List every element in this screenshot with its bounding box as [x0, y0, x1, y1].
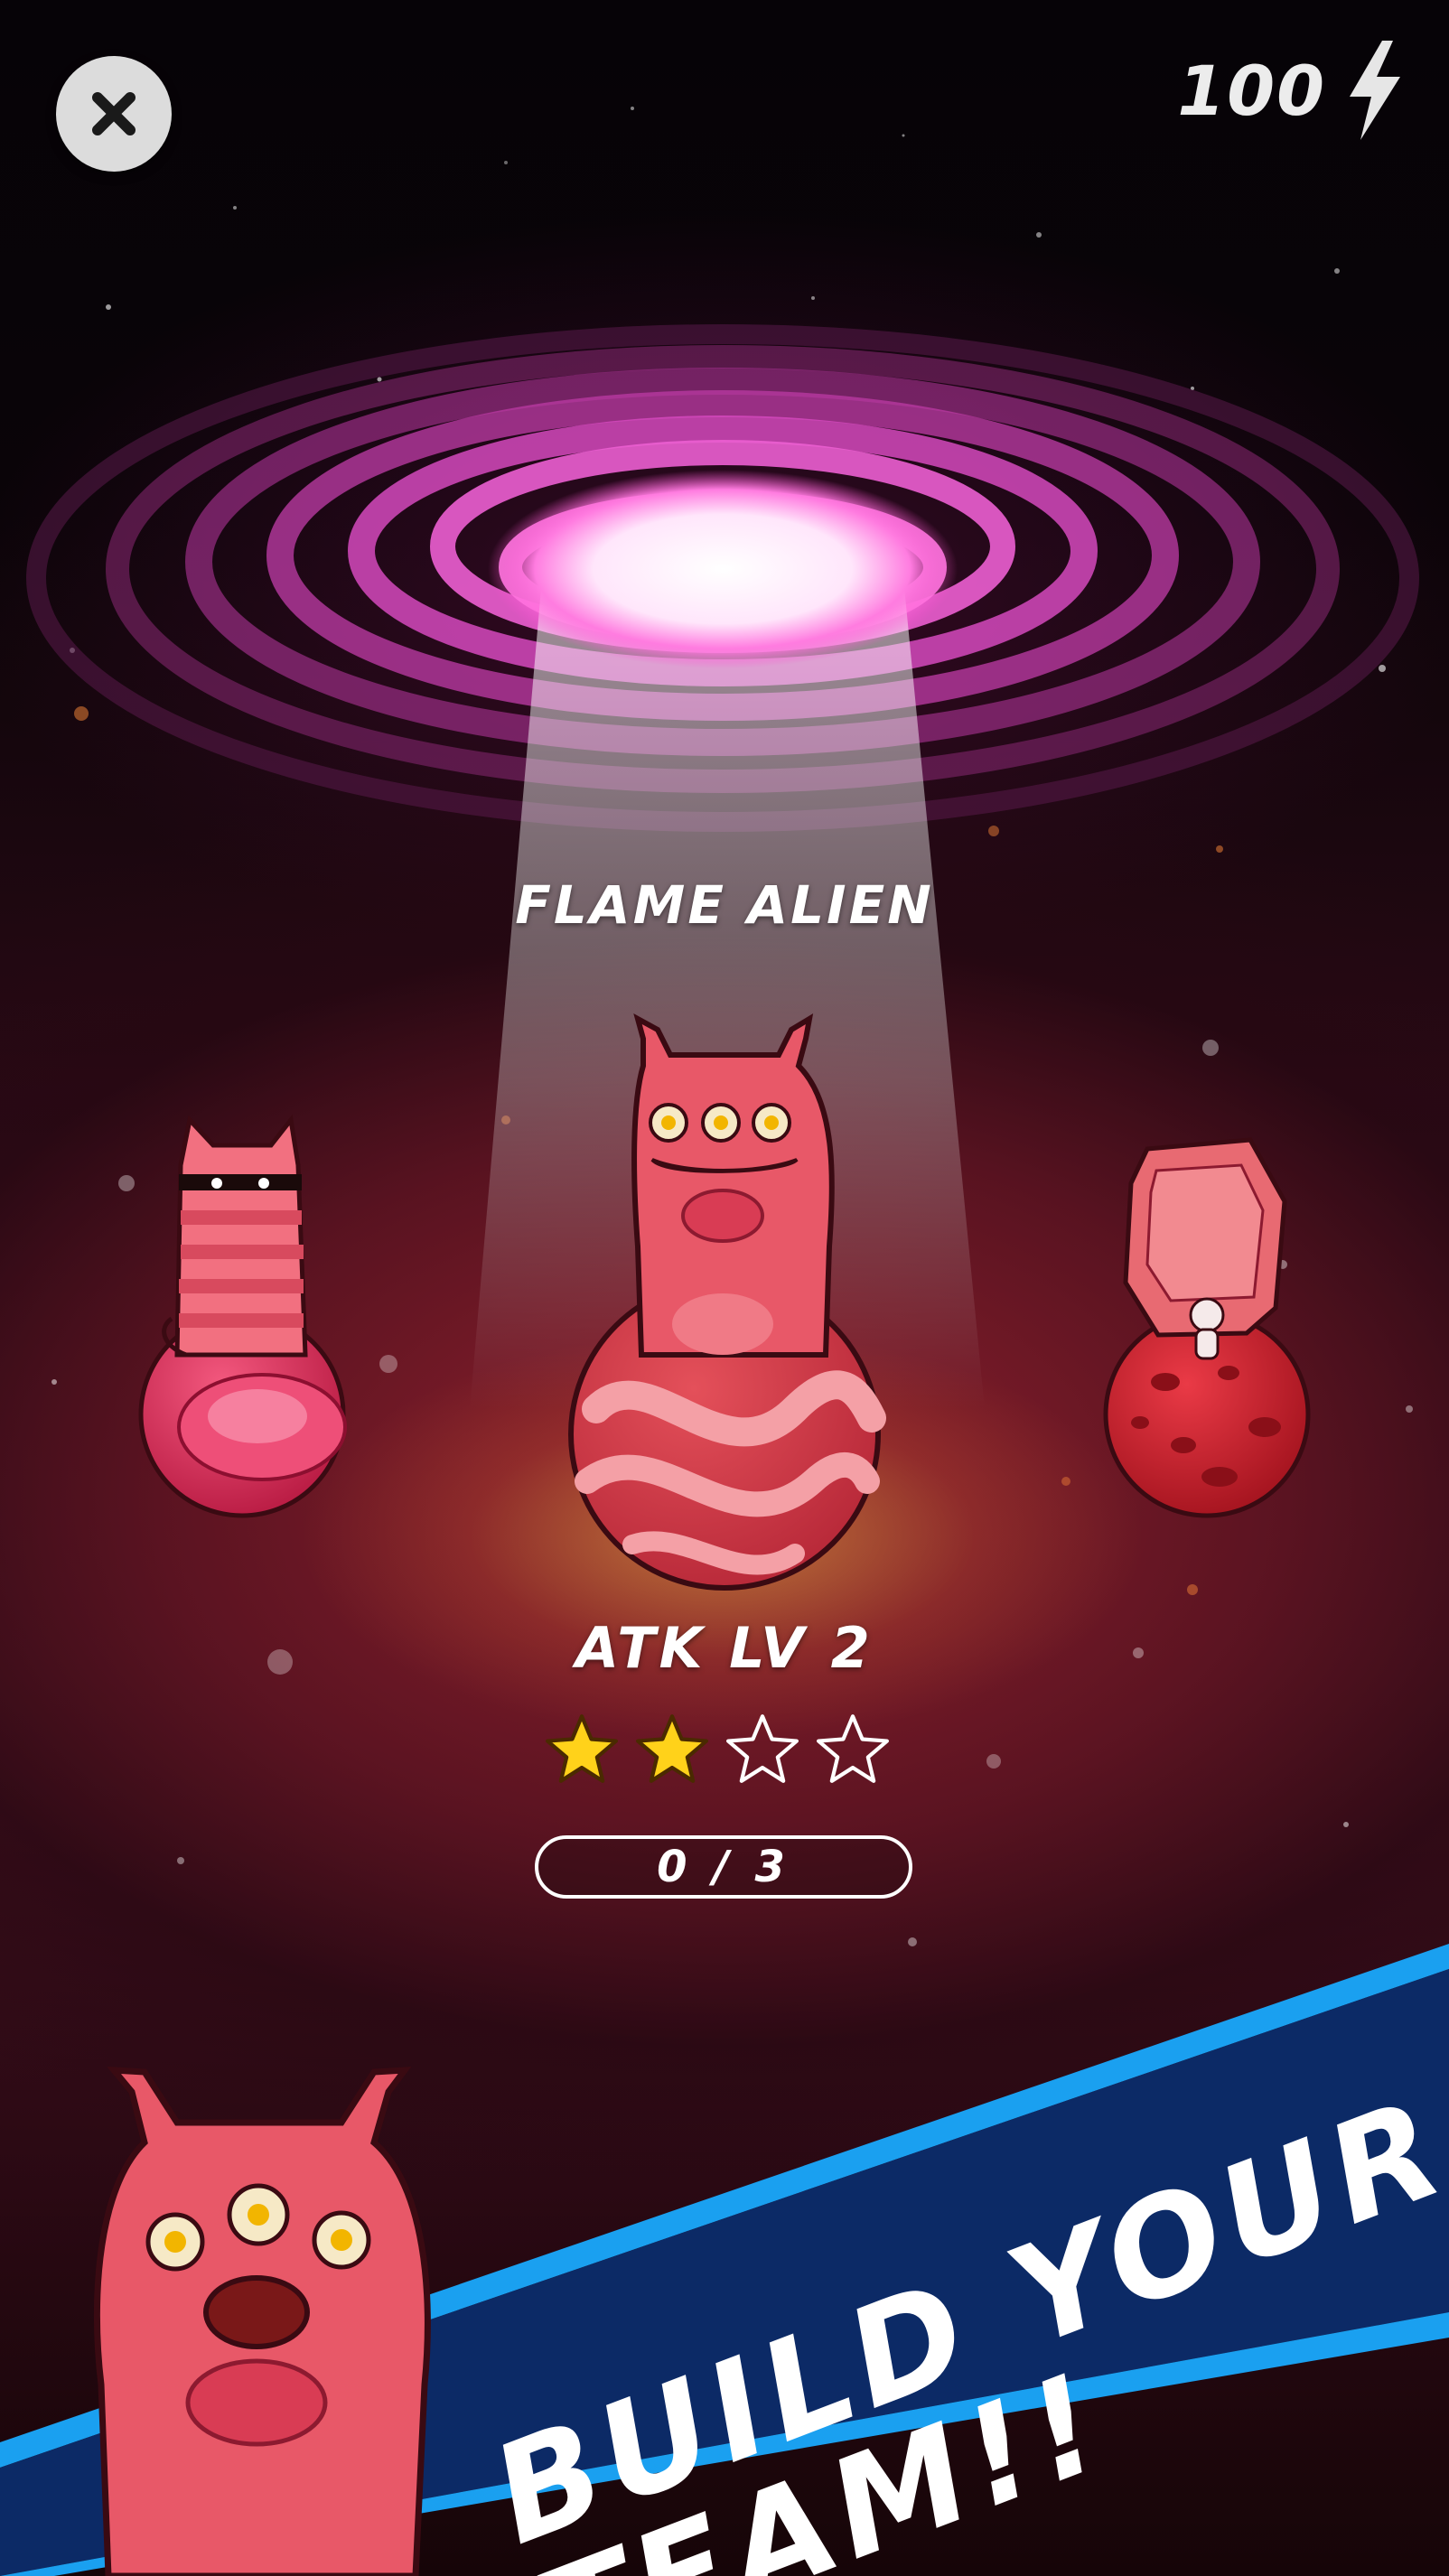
flame-alien — [631, 1013, 835, 1358]
star-empty-icon — [726, 1714, 799, 1783]
attack-level-label: ATK LV 2 — [575, 1615, 874, 1681]
rock-golem-alien — [1123, 1137, 1287, 1360]
roster-item-striped-cat[interactable] — [138, 1114, 347, 1518]
striped-cat-alien — [162, 1114, 308, 1358]
close-button[interactable] — [56, 56, 172, 172]
promo-flame-alien — [93, 2067, 431, 2576]
roster-item-rock-golem[interactable] — [1103, 1137, 1311, 1518]
star-filled-icon — [546, 1714, 618, 1783]
game-scene: 100 FLAME ALIEN ATK LV 2 0 / 3 BUILD YOU… — [0, 0, 1449, 2576]
star-rating — [542, 1713, 893, 1785]
star-empty-icon — [817, 1714, 889, 1783]
energy-value: 100 — [1177, 50, 1326, 131]
close-icon — [92, 92, 136, 135]
character-name: FLAME ALIEN — [515, 874, 934, 936]
upgrade-progress: 0 / 3 — [535, 1835, 912, 1899]
roster-item-flame-alien[interactable] — [568, 1013, 886, 1591]
progress-text: 0 / 3 — [657, 1842, 790, 1892]
lightning-bolt-icon — [1350, 41, 1400, 140]
star-filled-icon — [636, 1714, 708, 1783]
energy-counter: 100 — [1177, 36, 1406, 145]
